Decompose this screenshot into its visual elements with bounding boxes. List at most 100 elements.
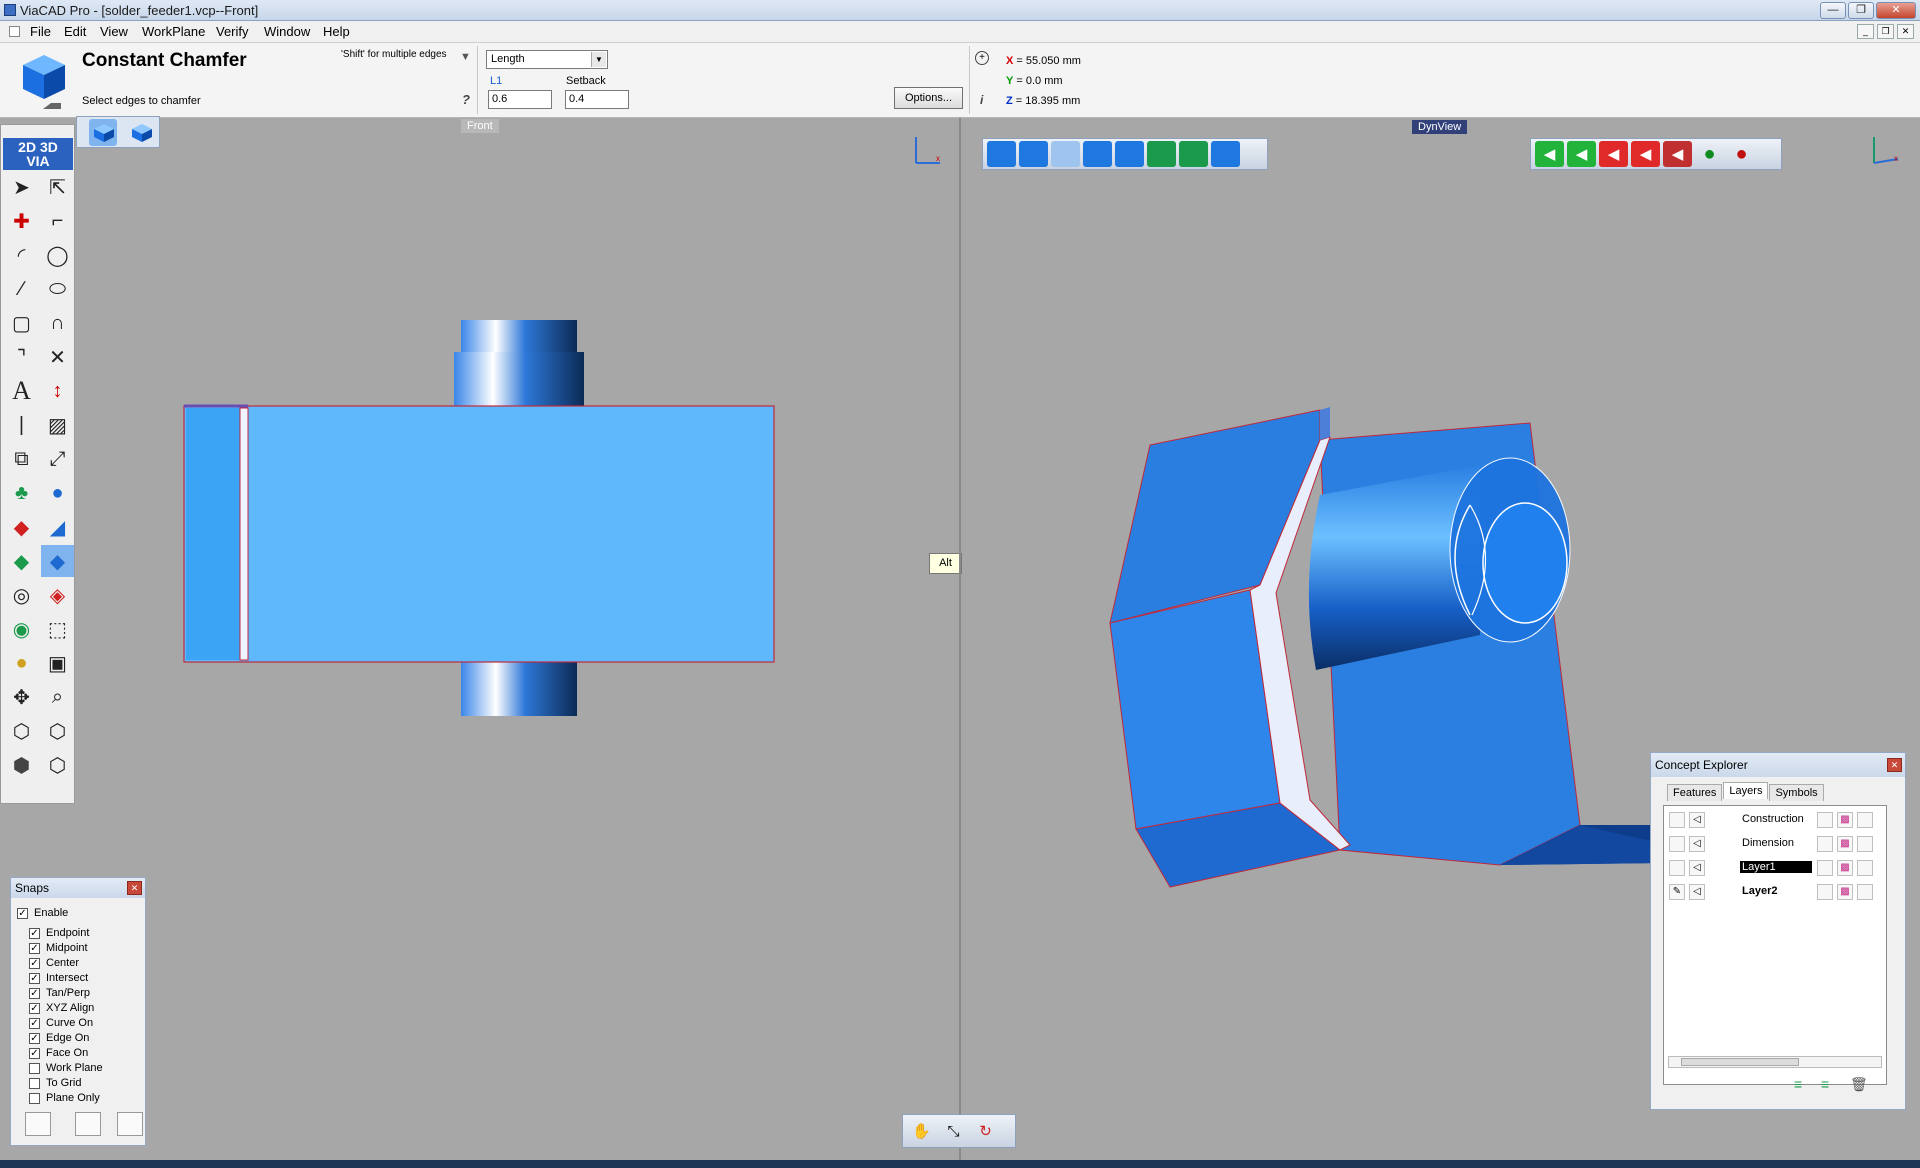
menu-workplane[interactable]: WorkPlane: [142, 24, 205, 39]
show-person-icon[interactable]: ●: [1695, 141, 1724, 167]
layer-color-icon[interactable]: ▩: [1837, 836, 1853, 852]
minimize-button[interactable]: —: [1820, 2, 1846, 19]
boolean-icon[interactable]: ◆: [5, 545, 38, 577]
layer-extra-icon[interactable]: [1857, 836, 1873, 852]
blend-icon[interactable]: ◢: [41, 511, 74, 543]
layer-row[interactable]: ◁ ▩ Construction: [1667, 810, 1883, 830]
sphere-icon[interactable]: ●: [41, 477, 74, 509]
snap-work-plane-checkbox[interactable]: Work Plane: [29, 1062, 103, 1074]
solid-shell-icon[interactable]: [1147, 141, 1176, 167]
ellipse-icon[interactable]: ⬭: [41, 273, 74, 305]
close-button[interactable]: ✕: [1876, 2, 1916, 19]
rectangle-icon[interactable]: ▢: [5, 307, 38, 339]
chamfer-tool-icon[interactable]: ◆: [41, 545, 74, 577]
dimension-icon[interactable]: ↕: [41, 375, 74, 407]
snap-edge-on-checkbox[interactable]: ✓ Edge On: [29, 1032, 89, 1044]
layer-edit-icon[interactable]: [1669, 812, 1685, 828]
solid-draft-icon[interactable]: [1179, 141, 1208, 167]
layer-color-icon[interactable]: ▩: [1837, 812, 1853, 828]
layer-lock-icon[interactable]: [1817, 836, 1833, 852]
solid-edit-icon[interactable]: ⬚: [41, 613, 74, 645]
layer-name[interactable]: Layer2: [1740, 885, 1779, 897]
help-mark[interactable]: ?: [462, 92, 470, 107]
options-button[interactable]: Options...: [894, 87, 963, 109]
menu-help[interactable]: Help: [323, 24, 350, 39]
view-hidden-icon[interactable]: ⬡: [41, 749, 74, 781]
layer-lock-icon[interactable]: [1817, 812, 1833, 828]
maximize-button[interactable]: ❐: [1848, 2, 1874, 19]
layer-extra-icon[interactable]: [1857, 812, 1873, 828]
l1-input[interactable]: 0.6: [488, 90, 552, 109]
snap-curve-on-checkbox[interactable]: ✓ Curve On: [29, 1017, 93, 1029]
snap-center-checkbox[interactable]: ✓ Center: [29, 957, 79, 969]
select-arrow-icon[interactable]: ➤: [5, 171, 38, 203]
close-icon[interactable]: ✕: [127, 881, 142, 895]
layer-color-icon[interactable]: ▩: [1837, 884, 1853, 900]
layer-name[interactable]: Layer1: [1740, 861, 1812, 873]
filter-green-multi-icon[interactable]: ◀: [1567, 141, 1596, 167]
render-icon[interactable]: ●: [5, 647, 38, 679]
dropdown-arrow-icon[interactable]: ▼: [460, 51, 471, 63]
document-icon[interactable]: [9, 26, 20, 37]
viewport-splitter[interactable]: [959, 118, 961, 1160]
mdi-minimize-button[interactable]: _: [1857, 24, 1874, 39]
checkbox-box[interactable]: ✓: [29, 1017, 40, 1029]
delete-layer-icon[interactable]: 🗑: [1850, 1076, 1868, 1094]
fillet-curve-icon[interactable]: ⌝: [5, 341, 38, 373]
menu-edit[interactable]: Edit: [64, 24, 86, 39]
extrude-red-icon[interactable]: ◆: [5, 511, 38, 543]
layer-list-scrollbar[interactable]: [1668, 1056, 1882, 1068]
layer-visible-icon[interactable]: ◁: [1689, 812, 1705, 828]
snap-angle-icon[interactable]: [25, 1112, 51, 1136]
text-icon[interactable]: A: [5, 375, 38, 407]
menu-file[interactable]: File: [30, 24, 51, 39]
solid-cylinder-icon[interactable]: [1019, 141, 1048, 167]
layer-edit-icon[interactable]: [1669, 836, 1685, 852]
layer-edit-icon[interactable]: [1669, 860, 1685, 876]
mdi-restore-button[interactable]: ❐: [1877, 24, 1894, 39]
copy-transform-icon[interactable]: ⤢: [41, 443, 74, 475]
hide-person-icon[interactable]: ●: [1727, 141, 1756, 167]
layer-row[interactable]: ◁ ▩ Dimension: [1667, 834, 1883, 854]
layer-visible-icon[interactable]: ◁: [1689, 884, 1705, 900]
filter-red-icon[interactable]: ◀: [1631, 141, 1660, 167]
trim-icon[interactable]: ✕: [41, 341, 74, 373]
solid-face-icon[interactable]: ◈: [41, 579, 74, 611]
new-layer-icon[interactable]: ≡: [1794, 1076, 1812, 1094]
checkbox-box[interactable]: ✓: [29, 957, 40, 969]
layer-name[interactable]: Dimension: [1740, 837, 1796, 849]
layer-lock-icon[interactable]: [1817, 884, 1833, 900]
snap-intersect-checkbox[interactable]: ✓ Intersect: [29, 972, 88, 984]
pan-hand-icon[interactable]: ✋: [907, 1118, 936, 1144]
zoom-icon[interactable]: ⌕: [41, 681, 74, 713]
menu-window[interactable]: Window: [264, 24, 310, 39]
view-wire-icon[interactable]: ⬡: [41, 715, 74, 747]
hatch-icon[interactable]: ▨: [41, 409, 74, 441]
checkbox-box[interactable]: ✓: [29, 942, 40, 954]
layer-props-icon[interactable]: ≡: [1821, 1076, 1839, 1094]
layer-lock-icon[interactable]: [1817, 860, 1833, 876]
filter-red-multi-icon[interactable]: ◀: [1599, 141, 1628, 167]
solid-tree-icon[interactable]: ♣: [5, 477, 38, 509]
checkbox-box[interactable]: ✓: [29, 987, 40, 999]
checkbox-box[interactable]: ✓: [29, 927, 40, 939]
layer-edit-icon[interactable]: ✎: [1669, 884, 1685, 900]
rotate-view-icon[interactable]: ↻: [971, 1118, 1000, 1144]
checkbox-box[interactable]: ✓: [29, 1047, 40, 1059]
layer-color-icon[interactable]: ▩: [1837, 860, 1853, 876]
info-mark[interactable]: i: [980, 93, 983, 107]
circle-icon[interactable]: ◯: [41, 239, 74, 271]
checkbox-box[interactable]: ✓: [29, 1032, 40, 1044]
chamfer-mode-select[interactable]: Length ▼: [486, 50, 608, 69]
layer-row[interactable]: ◁ ▩ Layer1: [1667, 858, 1883, 878]
tab-layers[interactable]: Layers: [1723, 782, 1769, 799]
surface-g1-icon[interactable]: ◎: [5, 579, 38, 611]
chevron-down-icon[interactable]: ▼: [591, 52, 606, 67]
pan-zoom-icon[interactable]: ✥: [5, 681, 38, 713]
app-icon[interactable]: [4, 4, 16, 16]
polyline-icon[interactable]: ⌐: [41, 205, 74, 237]
close-icon[interactable]: ✕: [1887, 758, 1902, 772]
layer-visible-icon[interactable]: ◁: [1689, 860, 1705, 876]
surface-green-icon[interactable]: ◉: [5, 613, 38, 645]
layer-row[interactable]: ✎ ◁ ▩ Layer2: [1667, 882, 1883, 902]
